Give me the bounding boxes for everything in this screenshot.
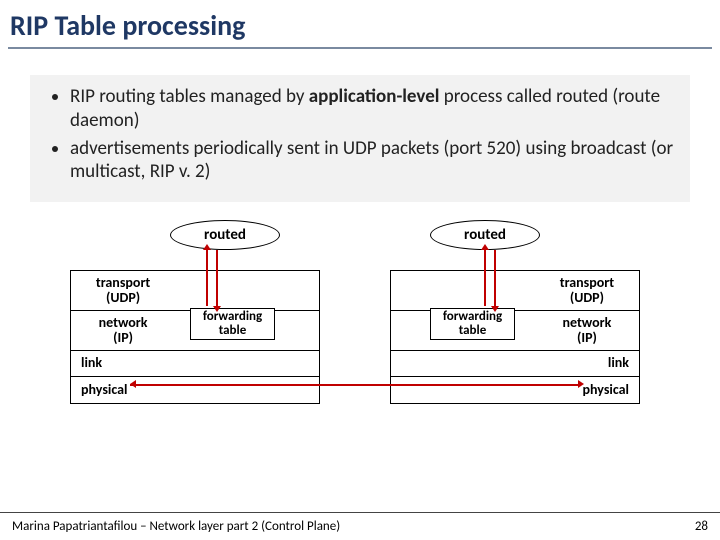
arrow-right-up [484, 250, 486, 306]
arrow-left-up [206, 250, 208, 306]
routed-ellipse-left: routed [170, 220, 280, 250]
right-network: network (IP) [535, 311, 639, 350]
physical-link-line [130, 384, 580, 386]
slide-title: RIP Table processing [0, 0, 720, 47]
arrow-right-down [494, 250, 496, 306]
left-physical: physical [71, 377, 137, 403]
right-physical: physical [411, 377, 639, 403]
physical-link-arrowhead-left [130, 380, 136, 388]
left-link: link [71, 351, 112, 376]
page-number: 28 [695, 519, 708, 534]
forwarding-table-right: forwarding table [430, 308, 515, 340]
physical-link-arrowhead-right [578, 380, 584, 388]
arrow-left-down [216, 250, 218, 306]
left-network: network (IP) [71, 311, 175, 350]
bullet-1-pre: RIP routing tables managed by [70, 85, 309, 108]
bullet-2-text: advertisements periodically sent in UDP … [70, 137, 673, 184]
forwarding-table-left: forwarding table [190, 308, 275, 340]
bullet-2: advertisements periodically sent in UDP … [70, 137, 674, 185]
diagram: routed routed transport (UDP) network (I… [30, 220, 690, 470]
left-transport: transport (UDP) [71, 271, 175, 310]
footer: Marina Papatriantafilou – Network layer … [0, 512, 720, 540]
bullet-1-bold: application-level [309, 85, 440, 108]
footer-text: Marina Papatriantafilou – Network layer … [12, 519, 340, 534]
right-link: link [411, 351, 639, 376]
content-area: RIP routing tables managed by applicatio… [0, 55, 720, 470]
bullet-box: RIP routing tables managed by applicatio… [30, 75, 690, 202]
bullet-1: RIP routing tables managed by applicatio… [70, 85, 674, 133]
right-transport: transport (UDP) [535, 271, 639, 310]
title-underline [8, 47, 712, 49]
